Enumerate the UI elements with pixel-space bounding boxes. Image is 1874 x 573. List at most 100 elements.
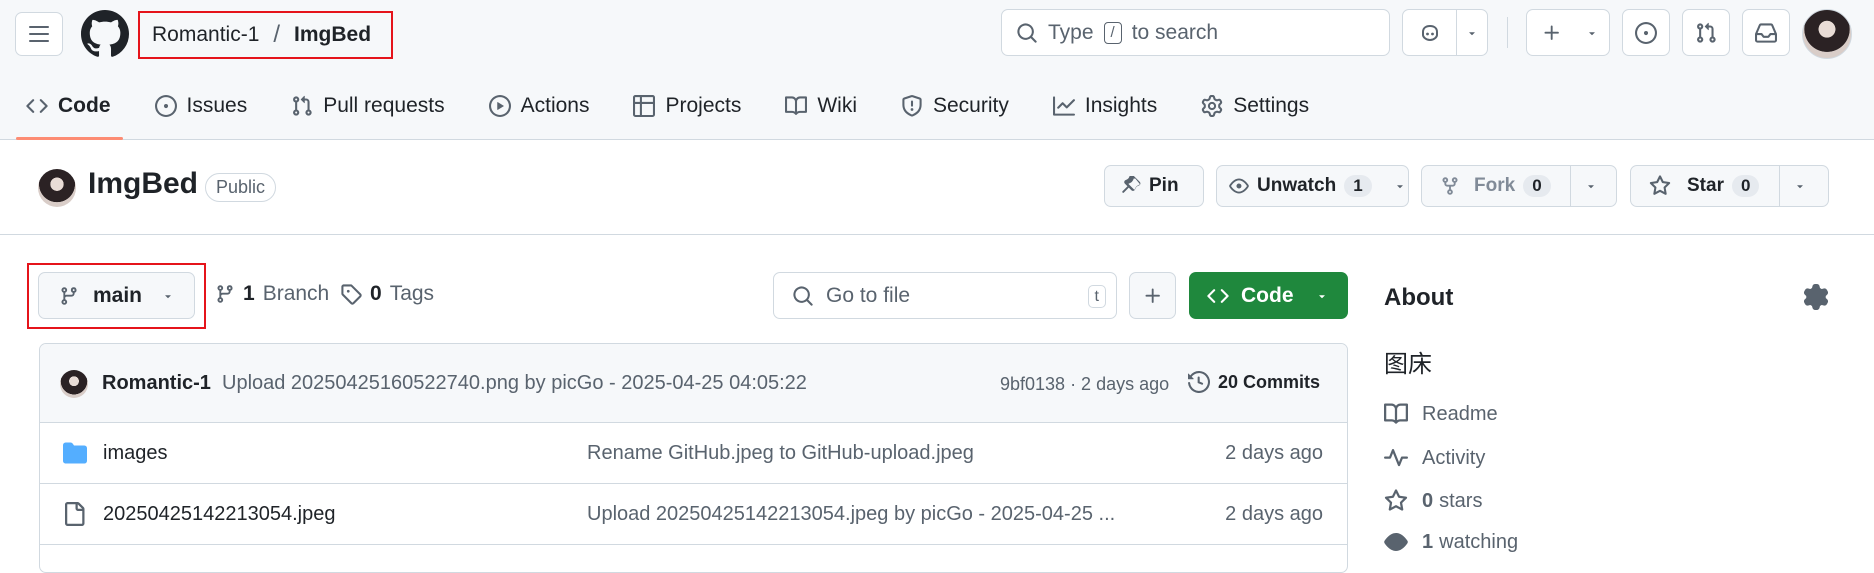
star-icon xyxy=(1649,175,1671,195)
commit-author-link[interactable]: Romantic-1 xyxy=(102,372,211,395)
triangle-down-icon xyxy=(1797,185,1803,189)
watch-button[interactable]: Unwatch 1 xyxy=(1216,165,1409,207)
fork-dropdown[interactable] xyxy=(1571,166,1611,206)
commit-hash-age[interactable]: 9bf0138 · 2 days ago xyxy=(1000,374,1169,395)
file-commit-message[interactable]: Upload 20250425142213054.jpeg by picGo -… xyxy=(587,503,1115,526)
breadcrumb-owner-link[interactable]: Romantic-1 xyxy=(152,23,259,47)
fork-button[interactable]: Fork 0 xyxy=(1421,165,1617,207)
pull-request-icon xyxy=(1697,22,1716,43)
git-branch-icon xyxy=(217,285,233,303)
tab-projects[interactable]: Projects xyxy=(607,84,759,128)
branches-label: Branch xyxy=(262,282,330,305)
branch-select-button[interactable]: main xyxy=(38,272,195,319)
pin-icon xyxy=(1122,176,1141,193)
branch-name: main xyxy=(93,283,143,307)
github-logo-icon[interactable] xyxy=(81,10,129,58)
tab-label: Code xyxy=(58,94,111,117)
search-icon xyxy=(1017,22,1037,43)
menu-icon-line xyxy=(29,26,49,28)
tab-code[interactable]: Code xyxy=(0,84,129,140)
gear-icon xyxy=(1202,95,1223,117)
create-new-part[interactable] xyxy=(1527,10,1577,55)
tab-pull-requests[interactable]: Pull requests xyxy=(265,84,462,128)
file-browser: Romantic-1 Upload 20250425160522740.png … xyxy=(39,343,1348,573)
file-commit-message[interactable]: Rename GitHub.jpeg to GitHub-upload.jpeg xyxy=(587,442,974,465)
eye-icon xyxy=(1384,533,1408,551)
issues-header-button[interactable] xyxy=(1622,9,1670,56)
tab-actions[interactable]: Actions xyxy=(463,84,608,128)
owner-avatar[interactable] xyxy=(38,169,76,207)
tab-security[interactable]: Security xyxy=(875,84,1027,128)
breadcrumb-separator: / xyxy=(273,21,281,48)
copilot-button[interactable] xyxy=(1402,9,1488,56)
commit-message-link[interactable]: Upload 20250425160522740.png by picGo - … xyxy=(222,372,807,395)
search-shortcut-key: / xyxy=(1103,21,1122,44)
star-button[interactable]: Star 0 xyxy=(1630,165,1829,207)
watching-label: watching xyxy=(1439,530,1519,553)
tab-issues[interactable]: Issues xyxy=(129,84,266,128)
copilot-part[interactable] xyxy=(1403,10,1456,55)
branches-link[interactable]: 1 Branch xyxy=(215,282,329,306)
table-icon xyxy=(633,95,656,117)
fork-part[interactable]: Fork 0 xyxy=(1422,166,1570,206)
file-row-file[interactable]: 20250425142213054.jpeg Upload 2025042514… xyxy=(40,484,1347,545)
triangle-down-icon xyxy=(165,294,171,298)
tab-wiki[interactable]: Wiki xyxy=(759,84,875,128)
breadcrumb-repo-link[interactable]: ImgBed xyxy=(294,23,371,47)
pin-button[interactable]: Pin xyxy=(1104,165,1204,207)
file-age: 2 days ago xyxy=(1225,442,1323,464)
add-file-button[interactable] xyxy=(1129,272,1176,319)
file-name-link[interactable]: 20250425142213054.jpeg xyxy=(103,503,335,526)
create-new-dropdown[interactable] xyxy=(1577,10,1607,55)
pin-part[interactable]: Pin xyxy=(1105,166,1191,206)
tab-insights[interactable]: Insights xyxy=(1027,84,1175,128)
tab-label: Issues xyxy=(186,94,248,117)
create-new-button[interactable] xyxy=(1526,9,1610,56)
visibility-badge: Public xyxy=(205,173,277,202)
file-icon xyxy=(65,502,85,526)
activity-link[interactable]: Activity xyxy=(1384,446,1485,470)
tab-label: Wiki xyxy=(817,94,857,117)
graph-icon xyxy=(1052,96,1075,116)
file-name-link[interactable]: images xyxy=(103,442,167,465)
gear-icon[interactable] xyxy=(1803,284,1829,310)
commit-author-avatar[interactable] xyxy=(60,370,88,398)
watching-count: 1 xyxy=(1422,530,1434,553)
global-search-input[interactable]: Type / to search xyxy=(1001,9,1390,56)
watching-link[interactable]: 1 watching xyxy=(1384,530,1518,554)
copilot-dropdown[interactable] xyxy=(1457,10,1487,55)
search-placeholder-suffix: to search xyxy=(1131,20,1219,44)
star-dropdown[interactable] xyxy=(1780,166,1820,206)
go-to-file-input[interactable]: Go to file t xyxy=(773,272,1117,319)
readme-link[interactable]: Readme xyxy=(1384,402,1498,426)
tab-label: Pull requests xyxy=(323,94,445,117)
plus-icon xyxy=(1544,25,1559,40)
branches-count: 1 xyxy=(243,282,255,305)
repo-title[interactable]: ImgBed xyxy=(88,167,198,201)
commits-history-link[interactable]: 20 Commits xyxy=(1188,371,1320,393)
pulse-icon xyxy=(1384,449,1408,467)
fork-count: 0 xyxy=(1523,175,1551,197)
code-clone-button[interactable]: Code xyxy=(1189,272,1348,319)
stars-link[interactable]: 0 stars xyxy=(1384,489,1482,513)
play-icon xyxy=(488,95,511,117)
stars-count: 0 xyxy=(1422,489,1434,512)
file-row-folder[interactable]: images Rename GitHub.jpeg to GitHub-uplo… xyxy=(40,423,1347,484)
go-to-file-shortcut: t xyxy=(1087,285,1106,308)
tab-label: Actions xyxy=(520,94,590,117)
user-avatar[interactable] xyxy=(1802,9,1852,59)
star-label: Star xyxy=(1687,175,1724,196)
header-divider xyxy=(1507,17,1508,48)
repo-description: 图床 xyxy=(1384,351,1432,378)
menu-button[interactable] xyxy=(15,12,63,56)
watch-dropdown[interactable] xyxy=(1384,166,1416,206)
tab-settings[interactable]: Settings xyxy=(1175,84,1327,128)
unwatch-part[interactable]: Unwatch 1 xyxy=(1217,166,1384,206)
fork-label: Fork xyxy=(1474,175,1516,196)
pull-requests-header-button[interactable] xyxy=(1682,9,1730,56)
commits-count-label: 20 Commits xyxy=(1218,371,1321,392)
tab-label: Settings xyxy=(1233,94,1310,117)
star-part[interactable]: Star 0 xyxy=(1631,166,1779,206)
inbox-button[interactable] xyxy=(1742,9,1790,56)
tags-link[interactable]: 0 Tags xyxy=(340,282,434,306)
